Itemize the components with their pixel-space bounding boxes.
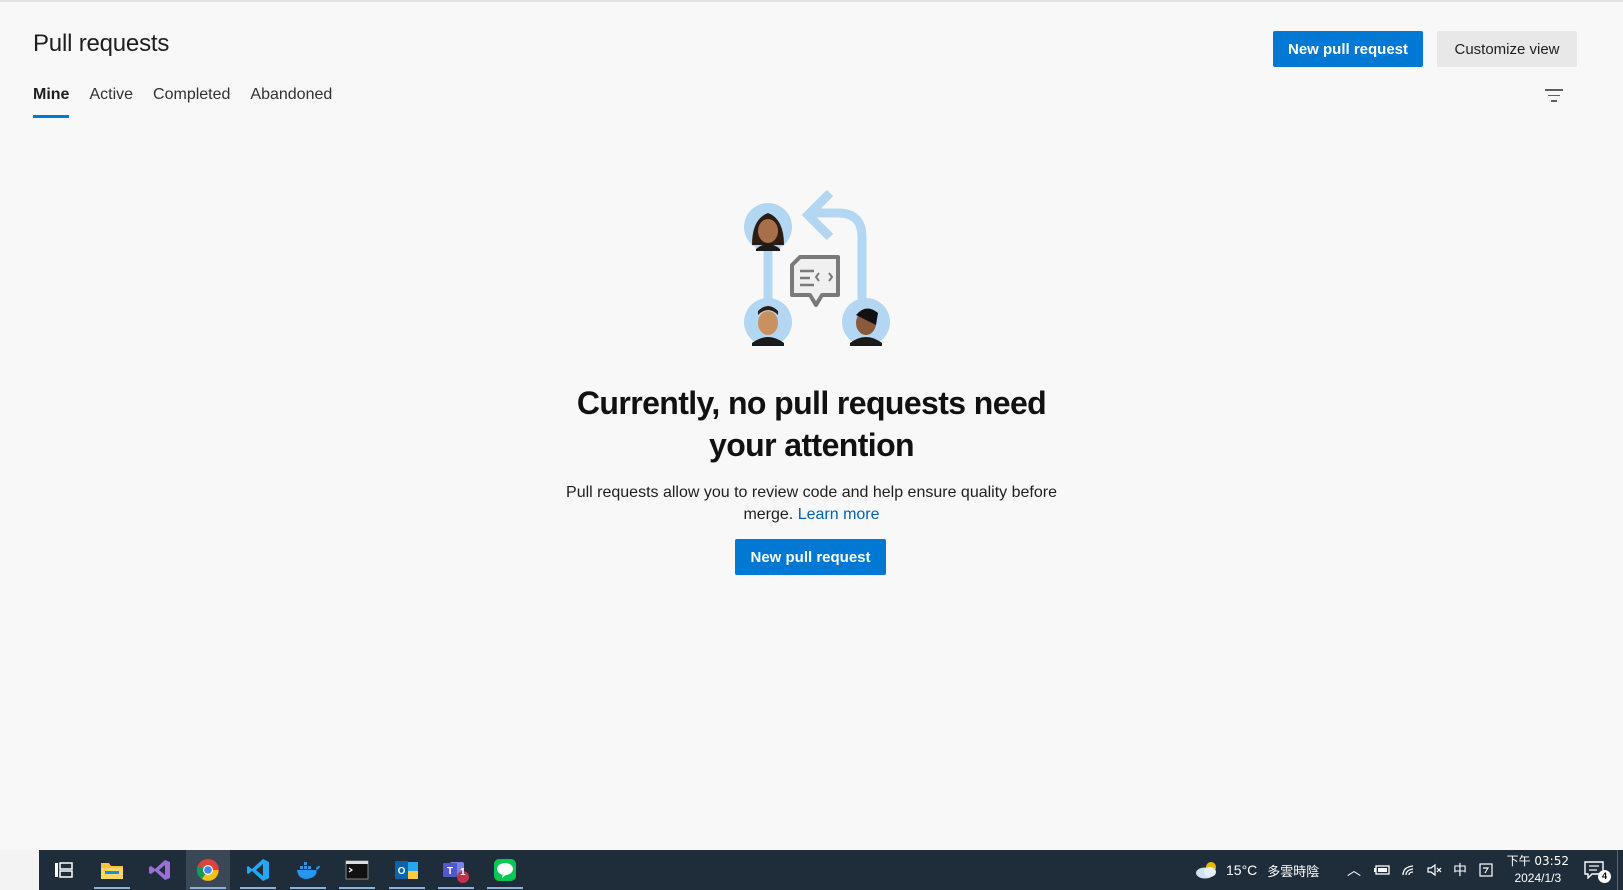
pull-request-tabs: Mine Active Completed Abandoned	[33, 86, 352, 118]
teams-notification-badge: 1	[460, 867, 466, 878]
taskbar-clock[interactable]: 下午 03:52 2024/1/3	[1507, 853, 1569, 887]
weather-widget[interactable]: 15°C 多雲時陰	[1194, 850, 1319, 890]
learn-more-link[interactable]: Learn more	[798, 506, 880, 523]
tab-abandoned[interactable]: Abandoned	[250, 86, 332, 118]
input-mode-icon[interactable]	[1479, 863, 1493, 877]
running-indicator	[339, 887, 375, 889]
vscode-icon[interactable]	[236, 850, 280, 890]
empty-state-description: Pull requests allow you to review code a…	[560, 482, 1063, 526]
tab-active[interactable]: Active	[89, 86, 133, 118]
terminal-icon[interactable]	[335, 850, 379, 890]
wifi-icon[interactable]	[1401, 863, 1417, 877]
task-view-icon[interactable]	[42, 850, 86, 890]
filter-icon[interactable]	[1545, 87, 1563, 103]
show-desktop-button[interactable]	[1617, 850, 1623, 890]
clock-date: 2024/1/3	[1514, 871, 1562, 885]
running-indicator	[94, 887, 130, 889]
docker-icon[interactable]	[286, 850, 330, 890]
line-icon[interactable]	[483, 850, 527, 890]
notifications-icon[interactable]: 4	[1572, 850, 1616, 890]
ime-indicator[interactable]: 中	[1453, 860, 1467, 880]
pull-request-review-illustration	[744, 189, 890, 346]
taskbar-start-area[interactable]	[0, 850, 39, 890]
empty-state-title: Currently, no pull requests need your at…	[576, 385, 1047, 463]
running-indicator	[438, 887, 474, 889]
file-explorer-icon[interactable]	[90, 850, 134, 890]
battery-icon[interactable]	[1373, 864, 1391, 876]
running-indicator	[240, 887, 276, 889]
page-title: Pull requests	[33, 30, 170, 57]
svg-text:O: O	[398, 866, 406, 877]
clock-time: 下午 03:52	[1506, 854, 1569, 868]
top-border	[0, 0, 1623, 2]
chrome-icon[interactable]	[186, 850, 230, 890]
avatar-top-left	[744, 203, 792, 251]
empty-state-new-pull-request-button[interactable]: New pull request	[735, 539, 886, 575]
running-indicator	[389, 887, 425, 889]
weather-description: 多雲時陰	[1267, 864, 1320, 880]
tab-completed[interactable]: Completed	[153, 86, 230, 118]
visual-studio-icon[interactable]	[138, 850, 182, 890]
running-indicator	[190, 887, 226, 889]
outlook-icon[interactable]: O	[385, 850, 429, 890]
customize-view-button[interactable]: Customize view	[1437, 31, 1577, 67]
code-review-bubble-icon	[790, 255, 840, 307]
notifications-count-badge: 4	[1598, 870, 1611, 883]
tab-mine[interactable]: Mine	[33, 86, 70, 118]
avatar-bottom-right	[842, 298, 890, 346]
avatar-bottom-left	[744, 298, 792, 346]
system-tray: ︿ 中	[1347, 850, 1493, 890]
running-indicator	[487, 887, 523, 889]
new-pull-request-button[interactable]: New pull request	[1273, 31, 1423, 67]
svg-text:T: T	[447, 866, 453, 877]
running-indicator	[290, 887, 326, 889]
speaker-muted-icon[interactable]	[1427, 863, 1443, 877]
teams-icon[interactable]: T 1	[434, 850, 478, 890]
weather-temperature: 15°C	[1226, 862, 1258, 878]
windows-taskbar: O T 1 15°C 多雲時陰 ︿ 中 下午 03:52 2024/1/3 4	[0, 850, 1623, 890]
cloudy-weather-icon	[1196, 862, 1216, 879]
show-hidden-icons-chevron-icon[interactable]: ︿	[1347, 860, 1361, 880]
